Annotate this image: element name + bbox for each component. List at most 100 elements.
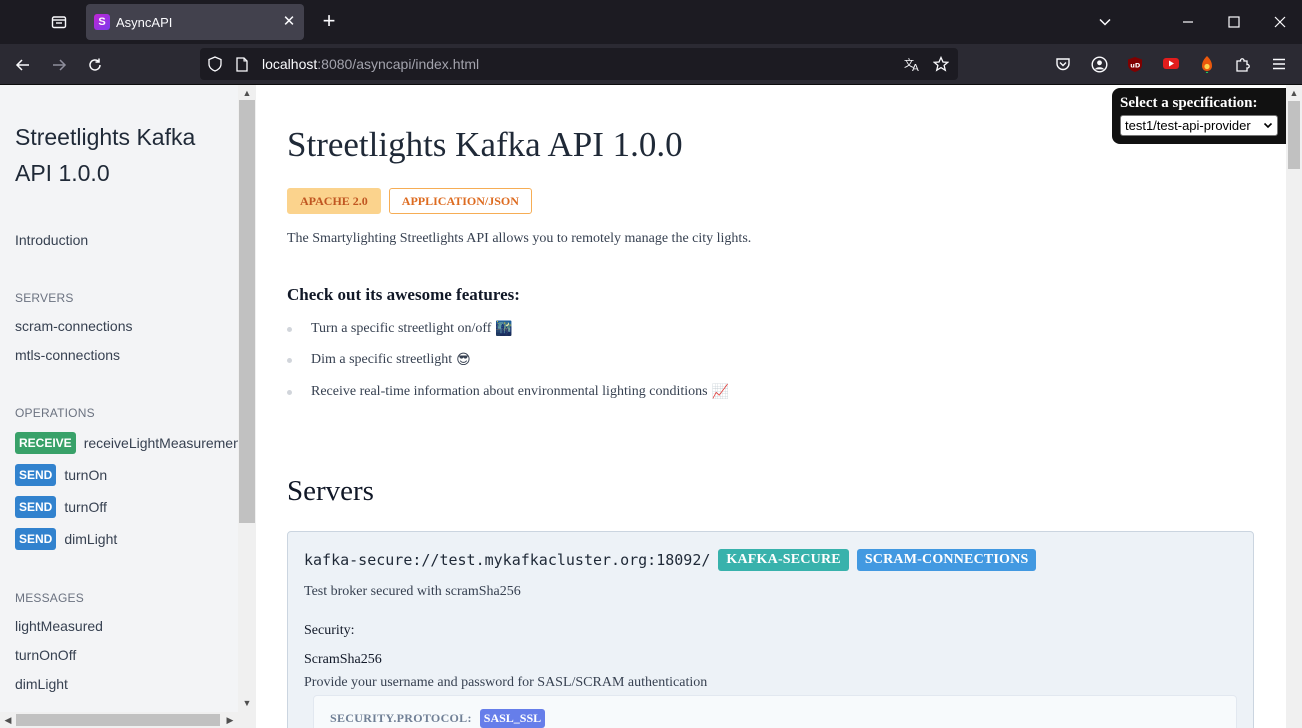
security-scheme-name: ScramSha256: [304, 652, 382, 667]
security-scheme-description: Provide your username and password for S…: [304, 675, 708, 690]
server-card: kafka-secure://test.mykafkacluster.org:1…: [287, 531, 1254, 728]
url-host: localhost: [262, 56, 318, 72]
sidebar-item-operation[interactable]: SEND dimLight: [15, 527, 117, 551]
extensions-puzzle-icon[interactable]: [1232, 53, 1254, 75]
server-url: kafka-secure://test.mykafkacluster.org:1…: [304, 551, 711, 569]
spec-selected-value: test1/test-api-provider: [1125, 118, 1251, 133]
sidebar-item-operation[interactable]: SEND turnOff: [15, 495, 107, 519]
spec-selector-panel: Select a specification: test1/test-api-p…: [1112, 88, 1286, 144]
chart-increasing-emoji-icon: 📈: [711, 384, 729, 400]
sidebar-item-message[interactable]: lightMeasured: [15, 618, 103, 634]
api-description: The Smartylighting Streetlights API allo…: [287, 231, 752, 246]
close-window-icon[interactable]: [1268, 10, 1292, 34]
browser-nav-bar: localhost:8080/asyncapi/index.html 文A uD: [0, 44, 1302, 85]
url-path: :8080/asyncapi/index.html: [317, 56, 480, 72]
sidebar-item-server[interactable]: scram-connections: [15, 318, 133, 334]
operation-name: turnOn: [64, 467, 108, 483]
sidebar-hscroll-thumb[interactable]: [16, 714, 220, 726]
security-protocol-row: SECURITY.PROTOCOL: SASL_SSL: [330, 709, 546, 728]
bullet-icon: [287, 389, 292, 395]
scroll-up-arrow-icon[interactable]: ▲: [241, 87, 253, 99]
page-vertical-scrollbar[interactable]: ▲: [1286, 85, 1302, 728]
address-bar[interactable]: localhost:8080/asyncapi/index.html 文A: [200, 48, 958, 80]
account-icon[interactable]: [1088, 53, 1110, 75]
translate-icon[interactable]: 文A: [904, 55, 922, 73]
list-all-tabs-chevron-icon[interactable]: [1093, 10, 1117, 34]
sidebar-section-operations: OPERATIONS: [15, 406, 95, 420]
bookmark-star-icon[interactable]: [932, 55, 950, 73]
sidebar: Streetlights Kafka API 1.0.0 Introductio…: [0, 85, 238, 712]
sidebar-item-operation[interactable]: SEND turnOn: [15, 463, 107, 487]
pocket-icon[interactable]: [1052, 53, 1074, 75]
license-badge[interactable]: APACHE 2.0: [287, 188, 381, 214]
bullet-icon: [287, 357, 292, 363]
active-tab[interactable]: S AsyncAPI ✕: [86, 4, 304, 40]
spec-selector-label: Select a specification:: [1120, 95, 1258, 111]
page-scroll-thumb[interactable]: [1288, 101, 1300, 169]
sidebar-section-servers: SERVERS: [15, 291, 74, 305]
operation-name: turnOff: [64, 499, 107, 515]
shield-icon[interactable]: [206, 55, 224, 73]
browser-tab-bar: S AsyncAPI ✕ +: [0, 0, 1302, 44]
sidebar-item-introduction[interactable]: Introduction: [15, 232, 88, 248]
hamburger-menu-icon[interactable]: [1268, 53, 1290, 75]
maximize-icon[interactable]: [1222, 10, 1246, 34]
chevron-down-icon: [1263, 116, 1273, 142]
close-tab-icon[interactable]: ✕: [280, 12, 298, 30]
feature-item: Dim a specific streetlight 😎: [287, 352, 471, 368]
new-tab-plus-icon[interactable]: +: [318, 10, 340, 32]
feature-item: Receive real-time information about envi…: [287, 384, 729, 400]
sidebar-item-message[interactable]: turnOnOff: [15, 647, 76, 663]
bullet-icon: [287, 326, 292, 332]
youtube-extension-icon[interactable]: [1160, 53, 1182, 75]
scroll-down-arrow-icon[interactable]: ▼: [241, 697, 253, 709]
sidebar-item-operation[interactable]: RECEIVE receiveLightMeasurement: [15, 431, 238, 455]
spec-select-dropdown[interactable]: test1/test-api-provider: [1120, 115, 1278, 136]
minimize-icon[interactable]: [1176, 10, 1200, 34]
page-info-icon[interactable]: [233, 55, 251, 73]
main-content: Streetlights Kafka API 1.0.0 APACHE 2.0 …: [256, 85, 1286, 728]
security-protocol-label: SECURITY.PROTOCOL:: [330, 711, 472, 725]
sidebar-scroll-thumb[interactable]: [239, 100, 255, 523]
feature-text: Dim a specific streetlight: [311, 352, 453, 367]
sidebar-vertical-scrollbar[interactable]: ▲ ▼: [238, 85, 256, 712]
scroll-left-arrow-icon[interactable]: ◀: [2, 714, 14, 726]
firefox-view-icon[interactable]: [48, 11, 70, 33]
receive-badge: RECEIVE: [15, 432, 76, 454]
feature-item: Turn a specific streetlight on/off 🌃: [287, 321, 513, 337]
url-text[interactable]: localhost:8080/asyncapi/index.html: [262, 56, 479, 72]
scroll-up-arrow-icon[interactable]: ▲: [1288, 87, 1300, 99]
svg-text:uD: uD: [1130, 61, 1141, 69]
content-type-badge: APPLICATION/JSON: [388, 188, 532, 214]
reload-icon[interactable]: [82, 52, 108, 78]
security-protocol-value: SASL_SSL: [479, 709, 546, 728]
night-city-emoji-icon: 🌃: [495, 321, 513, 337]
sidebar-item-server[interactable]: mtls-connections: [15, 347, 120, 363]
sunglasses-emoji-icon: 😎: [456, 352, 471, 368]
operation-name: receiveLightMeasurement: [83, 435, 238, 451]
forward-arrow-icon[interactable]: [46, 52, 72, 78]
back-arrow-icon[interactable]: [10, 52, 36, 78]
sidebar-section-messages: MESSAGES: [15, 591, 84, 605]
security-label: Security:: [304, 623, 355, 638]
features-heading: Check out its awesome features:: [287, 285, 520, 304]
ublock-origin-icon[interactable]: uD: [1124, 53, 1146, 75]
asyncapi-favicon-icon: S: [94, 14, 110, 30]
sidebar-item-message[interactable]: dimLight: [15, 676, 68, 692]
page-viewport: Streetlights Kafka API 1.0.0 Introductio…: [0, 85, 1302, 728]
protocol-badge: KAFKA-SECURE: [718, 549, 849, 571]
feature-text: Turn a specific streetlight on/off: [311, 321, 492, 336]
api-title: Streetlights Kafka API 1.0.0: [287, 125, 683, 164]
sidebar-horizontal-scrollbar[interactable]: ◀ ▶: [0, 712, 256, 728]
svg-text:A: A: [912, 63, 919, 72]
feature-text: Receive real-time information about envi…: [311, 384, 708, 399]
scroll-right-arrow-icon[interactable]: ▶: [224, 714, 236, 726]
send-badge: SEND: [15, 464, 57, 486]
security-bindings-box: SECURITY.PROTOCOL: SASL_SSL: [313, 695, 1237, 728]
server-description: Test broker secured with scramSha256: [304, 584, 521, 599]
server-url-row: kafka-secure://test.mykafkacluster.org:1…: [304, 549, 1037, 571]
fox-extension-icon[interactable]: [1196, 53, 1218, 75]
send-badge: SEND: [15, 528, 57, 550]
sidebar-title: Streetlights Kafka API 1.0.0: [15, 124, 196, 186]
info-badges: APACHE 2.0 APPLICATION/JSON: [287, 188, 532, 214]
